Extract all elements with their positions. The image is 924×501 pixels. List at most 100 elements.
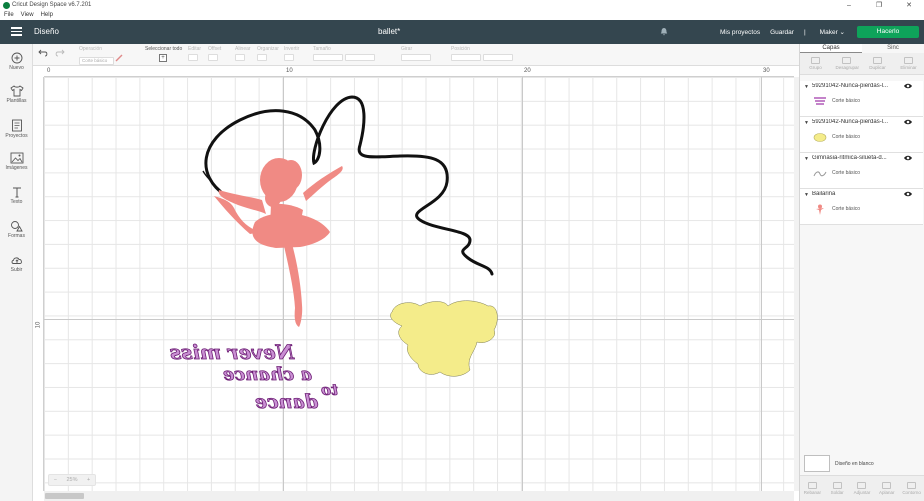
tab-sync[interactable]: Sinc bbox=[862, 44, 924, 53]
text-icon bbox=[12, 187, 21, 198]
select-all-button[interactable]: + bbox=[159, 54, 167, 62]
y-position-input[interactable] bbox=[483, 54, 513, 61]
sidebar-item-templates[interactable]: Plantillas bbox=[0, 85, 33, 104]
trash-icon bbox=[904, 57, 913, 64]
minimize-icon[interactable]: – bbox=[834, 0, 864, 11]
app-header: Diseño ballet* Mis proyectos Guardar | M… bbox=[0, 20, 924, 44]
action-label: Eliminar bbox=[900, 65, 917, 70]
layer-item[interactable]: ▼ Bailarina Corte básico bbox=[800, 189, 923, 225]
ungroup-icon bbox=[842, 57, 851, 64]
my-projects-link[interactable]: Mis proyectos bbox=[720, 29, 760, 36]
slice-button[interactable]: Rebanar bbox=[801, 482, 823, 495]
blank-canvas-swatch[interactable] bbox=[804, 455, 830, 472]
arrange-dropdown[interactable] bbox=[257, 54, 267, 61]
zoom-level: 25% bbox=[66, 477, 78, 483]
group-button[interactable]: Grupo bbox=[805, 57, 827, 70]
sidebar-item-label: Formas bbox=[8, 233, 25, 239]
layer-item[interactable]: ▼ 59291042-Nunca-pierdas-l... Corte bási… bbox=[800, 81, 923, 117]
sidebar-item-shapes[interactable]: Formas bbox=[0, 220, 33, 239]
sidebar-item-projects[interactable]: Proyectos bbox=[0, 119, 33, 139]
edit-label: Editar bbox=[188, 46, 202, 52]
hamburger-menu-icon[interactable] bbox=[11, 27, 22, 36]
undo-icon[interactable] bbox=[38, 49, 49, 59]
rotate-input[interactable] bbox=[401, 54, 431, 61]
save-link[interactable]: Guardar bbox=[770, 29, 794, 36]
scrollbar-thumb[interactable] bbox=[45, 493, 84, 499]
redo-icon[interactable] bbox=[54, 49, 65, 59]
duplicate-button[interactable]: Duplicar bbox=[867, 57, 889, 70]
offset-button[interactable] bbox=[208, 54, 218, 61]
collapse-caret-icon[interactable]: ▼ bbox=[804, 120, 809, 126]
align-dropdown[interactable] bbox=[235, 54, 245, 61]
visibility-eye-icon[interactable] bbox=[903, 190, 913, 198]
group-icon bbox=[811, 57, 820, 64]
make-it-button[interactable]: Hacerlo bbox=[857, 26, 919, 38]
edit-toolbar: Operación Corte básico Seleccionar todo … bbox=[33, 44, 799, 66]
sidebar-item-new[interactable]: Nuevo bbox=[0, 52, 33, 71]
cricut-logo-icon bbox=[3, 2, 10, 9]
rotate-group: Girar bbox=[401, 46, 433, 63]
menu-help[interactable]: Help bbox=[41, 11, 53, 20]
zoom-out-button[interactable]: − bbox=[54, 477, 57, 483]
menu-view[interactable]: View bbox=[21, 11, 34, 20]
collapse-caret-icon[interactable]: ▼ bbox=[804, 156, 809, 162]
layer-item[interactable]: ▼ Gimnasia-ritmica-silueta-d... Corte bá… bbox=[800, 153, 923, 189]
layer-operation: Corte básico bbox=[832, 206, 861, 212]
gymnastics-ribbon-shape[interactable] bbox=[204, 95, 494, 276]
layers-panel: Capas Sinc Grupo Desagrupar Duplicar Eli… bbox=[799, 44, 924, 501]
section-title: Diseño bbox=[34, 27, 59, 36]
weld-button[interactable]: Soldar bbox=[826, 482, 848, 495]
sidebar-item-label: Subir bbox=[10, 267, 23, 273]
sidebar-item-text[interactable]: Texto bbox=[0, 186, 33, 205]
layer-thumbnail bbox=[816, 204, 824, 215]
contour-button[interactable]: Contorno bbox=[901, 482, 923, 495]
width-input[interactable] bbox=[313, 54, 343, 61]
flip-dropdown[interactable] bbox=[284, 54, 294, 61]
close-icon[interactable]: ✕ bbox=[894, 0, 924, 11]
layer-thumbnail bbox=[814, 97, 826, 105]
sidebar-item-label: Imágenes bbox=[5, 165, 28, 171]
delete-button[interactable]: Eliminar bbox=[898, 57, 920, 70]
operation-select[interactable]: Corte básico bbox=[79, 57, 114, 65]
sidebar-item-images[interactable]: Imágenes bbox=[0, 152, 33, 171]
slice-icon bbox=[807, 482, 817, 489]
x-position-input[interactable] bbox=[451, 54, 481, 61]
header-separator: | bbox=[803, 28, 806, 36]
edit-dropdown[interactable] bbox=[188, 54, 198, 61]
layer-name: Bailarina bbox=[812, 191, 836, 197]
ungroup-button[interactable]: Desagrupar bbox=[836, 57, 859, 70]
horizontal-scrollbar[interactable] bbox=[44, 491, 794, 501]
size-label: Tamaño bbox=[313, 46, 331, 52]
flatten-button[interactable]: Aplanar bbox=[876, 482, 898, 495]
duplicate-icon bbox=[873, 57, 882, 64]
document-title: ballet* bbox=[378, 27, 401, 36]
visibility-eye-icon[interactable] bbox=[903, 154, 913, 162]
flatten-icon bbox=[882, 482, 892, 489]
layer-thumbnail bbox=[813, 133, 827, 142]
collapse-caret-icon[interactable]: ▼ bbox=[804, 84, 809, 90]
offset-label: Offset bbox=[208, 46, 222, 52]
machine-select[interactable]: Maker ⌄ bbox=[820, 28, 845, 36]
contour-icon bbox=[907, 482, 917, 489]
layer-item[interactable]: ▼ 59291042-Nunca-pierdas-l... Corte bási… bbox=[800, 117, 923, 153]
visibility-eye-icon[interactable] bbox=[903, 118, 913, 126]
height-input[interactable] bbox=[345, 54, 375, 61]
layer-operation: Corte básico bbox=[832, 98, 861, 104]
sidebar-item-upload[interactable]: Subir bbox=[0, 254, 33, 273]
panel-tabs: Capas Sinc bbox=[800, 44, 924, 53]
phrase-text-graphic[interactable]: Never miss a chance to dance bbox=[169, 340, 338, 414]
yellow-graphic-shape[interactable] bbox=[390, 300, 498, 377]
layer-operation: Corte básico bbox=[832, 134, 861, 140]
visibility-eye-icon[interactable] bbox=[903, 82, 913, 90]
menu-file[interactable]: File bbox=[4, 11, 14, 20]
maximize-icon[interactable]: ❐ bbox=[864, 0, 894, 11]
pen-icon[interactable] bbox=[115, 54, 124, 64]
phrase-line-2: a chance bbox=[223, 364, 312, 385]
tab-layers[interactable]: Capas bbox=[800, 44, 862, 53]
attach-button[interactable]: Adjuntar bbox=[851, 482, 873, 495]
zoom-in-button[interactable]: + bbox=[87, 477, 90, 483]
window-titlebar: Cricut Design Space v6.7.201 – ❐ ✕ bbox=[0, 0, 924, 11]
notification-bell-icon[interactable] bbox=[660, 27, 668, 38]
ballerina-shape[interactable] bbox=[214, 158, 343, 327]
collapse-caret-icon[interactable]: ▼ bbox=[804, 192, 809, 198]
